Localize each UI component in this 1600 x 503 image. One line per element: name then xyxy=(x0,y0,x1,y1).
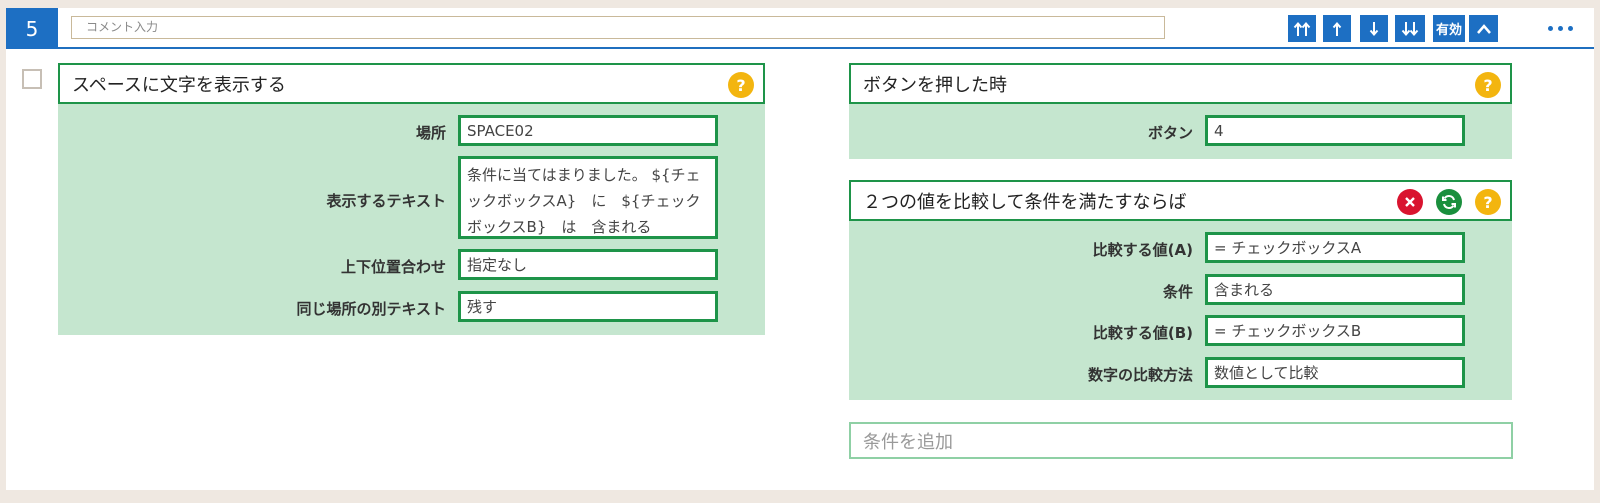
chevron-up-icon xyxy=(1476,23,1491,34)
field-label: 上下位置合わせ xyxy=(340,258,446,276)
enabled-toggle[interactable]: 有効 xyxy=(1433,15,1465,42)
field-label: ボタン xyxy=(1147,124,1193,142)
button-field[interactable]: 4 xyxy=(1205,115,1465,146)
trigger-body: ボタン 4 xyxy=(849,104,1512,159)
compare-value-a-field[interactable]: = チェックボックスA xyxy=(1205,232,1465,263)
condition-block: ２つの値を比較して条件を満たすならば ? 比較する値(A) = チェックボックス… xyxy=(849,180,1512,400)
field-label: 表示するテキスト xyxy=(326,192,446,210)
move-bottom-button[interactable] xyxy=(1395,15,1425,42)
double-up-arrow-icon xyxy=(1293,21,1311,36)
select-checkbox[interactable] xyxy=(22,69,42,89)
field-label: 同じ場所の別テキスト xyxy=(296,300,446,318)
move-up-button[interactable] xyxy=(1323,15,1351,42)
help-icon[interactable]: ? xyxy=(728,72,754,98)
trigger-title: ボタンを押した時 xyxy=(863,74,1007,96)
location-field[interactable]: SPACE02 xyxy=(458,115,718,146)
step-card: 5 コメント入力 有効 スペースに文字を表示する ? 場所 SPACE02 表示… xyxy=(6,8,1594,490)
field-label: 条件 xyxy=(1162,283,1193,301)
field-label: 比較する値(A) xyxy=(1092,241,1193,259)
field-label: 場所 xyxy=(415,124,446,142)
collapse-button[interactable] xyxy=(1469,15,1498,42)
number-compare-method-field[interactable]: 数値として比較 xyxy=(1205,357,1465,388)
step-header: 5 コメント入力 有効 xyxy=(6,8,1594,49)
action-body: 場所 SPACE02 表示するテキスト 条件に当てはまりました。 ${チェックボ… xyxy=(58,104,765,335)
action-header: スペースに文字を表示する ? xyxy=(58,63,765,104)
move-top-button[interactable] xyxy=(1288,15,1316,42)
compare-value-b-field[interactable]: = チェックボックスB xyxy=(1205,315,1465,346)
condition-field[interactable]: 含まれる xyxy=(1205,274,1465,305)
display-text-field[interactable]: 条件に当てはまりました。 ${チェックボックスA} に ${チェックボックスB}… xyxy=(458,156,718,239)
trigger-header: ボタンを押した時 ? xyxy=(849,63,1512,104)
step-number: 5 xyxy=(6,8,58,49)
condition-header: ２つの値を比較して条件を満たすならば ? xyxy=(849,180,1512,221)
condition-body: 比較する値(A) = チェックボックスA 条件 含まれる 比較する値(B) = … xyxy=(849,221,1512,400)
field-label: 数字の比較方法 xyxy=(1087,366,1193,384)
help-icon[interactable]: ? xyxy=(1475,189,1501,215)
action-block: スペースに文字を表示する ? 場所 SPACE02 表示するテキスト 条件に当て… xyxy=(58,63,765,335)
more-dots-icon[interactable] xyxy=(1540,15,1580,42)
add-condition-button[interactable]: 条件を追加 xyxy=(849,422,1513,459)
up-arrow-icon xyxy=(1332,21,1342,36)
move-down-button[interactable] xyxy=(1360,15,1388,42)
comment-input[interactable]: コメント入力 xyxy=(71,16,1165,39)
other-text-field[interactable]: 残す xyxy=(458,291,718,322)
trigger-block: ボタンを押した時 ? ボタン 4 xyxy=(849,63,1512,159)
field-label: 比較する値(B) xyxy=(1092,324,1193,342)
condition-title: ２つの値を比較して条件を満たすならば xyxy=(863,191,1187,213)
help-icon[interactable]: ? xyxy=(1475,72,1501,98)
refresh-icon[interactable] xyxy=(1436,189,1462,215)
delete-icon[interactable] xyxy=(1397,189,1423,215)
double-down-arrow-icon xyxy=(1401,21,1419,36)
action-title: スペースに文字を表示する xyxy=(72,74,286,96)
vertical-align-field[interactable]: 指定なし xyxy=(458,249,718,280)
down-arrow-icon xyxy=(1369,21,1379,36)
